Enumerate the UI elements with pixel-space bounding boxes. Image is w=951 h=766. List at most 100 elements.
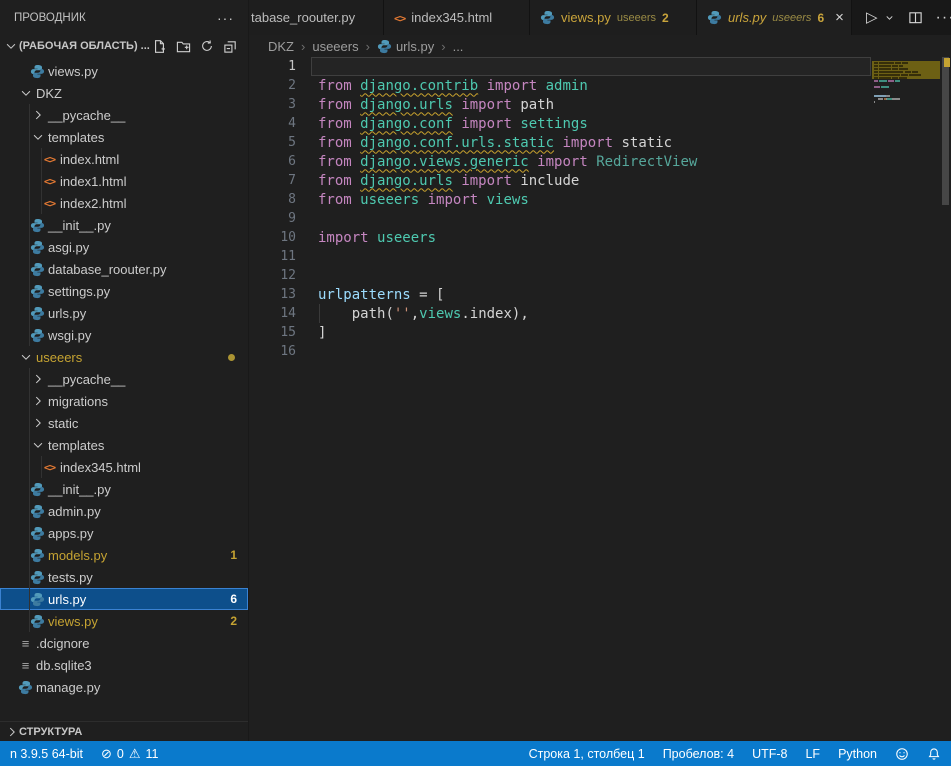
minimap[interactable] [872, 57, 940, 741]
code-line[interactable]: 12 [249, 266, 951, 285]
run-button[interactable]: ▷ [866, 10, 878, 25]
tree-item-label: migrations [48, 394, 108, 409]
tab-label: tabase_roouter.py [251, 10, 355, 25]
tab-dir-hint: useeers [772, 12, 811, 24]
breadcrumb-item[interactable]: DKZ [268, 39, 294, 54]
tree-item[interactable]: useeers [0, 346, 248, 368]
more-actions-button[interactable]: ··· [936, 9, 951, 27]
bell-icon[interactable] [927, 747, 941, 761]
tree-item[interactable]: urls.py6 [0, 588, 248, 610]
tree-item[interactable]: database_roouter.py [0, 258, 248, 280]
encoding-status[interactable]: UTF-8 [752, 747, 787, 761]
code-line[interactable]: 8from useeers import views [249, 190, 951, 209]
close-icon[interactable]: × [835, 10, 844, 25]
python-file-icon [30, 284, 45, 299]
tree-item[interactable]: templates [0, 126, 248, 148]
tree-item[interactable]: models.py1 [0, 544, 248, 566]
code-line[interactable]: 5from django.conf.urls.static import sta… [249, 133, 951, 152]
tree-item[interactable]: templates [0, 434, 248, 456]
run-dropdown[interactable] [884, 12, 895, 23]
outline-section-header[interactable]: СТРУКТУРА [0, 721, 248, 741]
indentation-status[interactable]: Пробелов: 4 [663, 747, 734, 761]
tree-item[interactable]: manage.py [0, 676, 248, 698]
tree-item[interactable]: migrations [0, 390, 248, 412]
tree-item[interactable]: __pycache__ [0, 104, 248, 126]
feedback-icon[interactable] [895, 747, 909, 761]
code-line[interactable]: 15] [249, 323, 951, 342]
refresh-icon[interactable] [200, 39, 214, 53]
collapse-all-icon[interactable] [223, 39, 238, 54]
code-line[interactable]: 13urlpatterns = [ [249, 285, 951, 304]
workspace-section-header[interactable]: (РАБОЧАЯ ОБЛАСТЬ) ... [0, 35, 248, 57]
overview-warning-mark [944, 58, 950, 67]
tree-item[interactable]: <>index1.html [0, 170, 248, 192]
tree-item[interactable]: apps.py [0, 522, 248, 544]
python-file-icon [30, 504, 45, 519]
tree-item-label: views.py [48, 64, 98, 79]
tree-item[interactable]: __pycache__ [0, 368, 248, 390]
breadcrumb-separator: › [301, 39, 305, 54]
line-number: 3 [249, 97, 296, 112]
line-number: 1 [249, 59, 296, 74]
tree-item[interactable]: views.py [0, 60, 248, 82]
line-number: 8 [249, 192, 296, 207]
tab[interactable]: <>index345.html [384, 0, 530, 35]
tree-item[interactable]: settings.py [0, 280, 248, 302]
breadcrumb-item[interactable]: urls.py [377, 39, 434, 54]
code-line[interactable]: 11 [249, 247, 951, 266]
tree-item-label: urls.py [48, 592, 86, 607]
new-folder-icon[interactable] [176, 39, 191, 54]
new-file-icon[interactable] [152, 39, 167, 54]
code-line[interactable]: 14 path('',views.index), [249, 304, 951, 323]
code-line[interactable]: 4from django.conf import settings [249, 114, 951, 133]
code-line[interactable]: 3from django.urls import path [249, 95, 951, 114]
tree-item[interactable]: views.py2 [0, 610, 248, 632]
code-line[interactable]: 2from django.contrib import admin [249, 76, 951, 95]
tree-item[interactable]: <>index2.html [0, 192, 248, 214]
html-file-icon: <> [42, 197, 57, 210]
code-line[interactable]: 16 [249, 342, 951, 361]
tree-item[interactable]: tests.py [0, 566, 248, 588]
breadcrumb-item[interactable]: useeers [312, 39, 358, 54]
python-interpreter-status[interactable]: n 3.9.5 64-bit [10, 747, 83, 761]
line-number: 14 [249, 306, 296, 321]
python-file-icon [18, 680, 33, 695]
tree-item[interactable]: wsgi.py [0, 324, 248, 346]
warning-count: 11 [145, 747, 158, 761]
code-lines: 1 2from django.contrib import admin 3fro… [249, 57, 951, 361]
cursor-position-status[interactable]: Строка 1, столбец 1 [529, 747, 645, 761]
explorer-more-actions-button[interactable]: ··· [217, 10, 234, 26]
tab[interactable]: tabase_roouter.py [249, 0, 384, 35]
eol-status[interactable]: LF [805, 747, 820, 761]
error-count: 0 [117, 747, 124, 761]
tree-item[interactable]: asgi.py [0, 236, 248, 258]
tree-item[interactable]: <>index.html [0, 148, 248, 170]
tree-item[interactable]: ≡db.sqlite3 [0, 654, 248, 676]
tab[interactable]: views.pyuseeers2 [530, 0, 697, 35]
tree-item[interactable]: __init__.py [0, 478, 248, 500]
tree-item[interactable]: static [0, 412, 248, 434]
file-file-icon: ≡ [18, 659, 33, 672]
code-editor[interactable]: 1 2from django.contrib import admin 3fro… [249, 57, 951, 741]
tab-label: index345.html [411, 10, 492, 25]
code-line[interactable]: 7from django.urls import include [249, 171, 951, 190]
python-file-icon [30, 64, 45, 79]
tree-item[interactable]: __init__.py [0, 214, 248, 236]
split-editor-button[interactable] [908, 10, 923, 25]
vertical-scrollbar[interactable] [940, 57, 951, 741]
scrollbar-slider[interactable] [942, 57, 949, 205]
tree-item[interactable]: <>index345.html [0, 456, 248, 478]
tab[interactable]: urls.pyuseeers6× [697, 0, 852, 35]
code-line[interactable]: 10import useeers [249, 228, 951, 247]
tree-item[interactable]: admin.py [0, 500, 248, 522]
code-line[interactable]: 9 [249, 209, 951, 228]
problems-status[interactable]: ⊘ 0 ⚠ 11 [101, 747, 159, 761]
code-line[interactable]: 6from django.views.generic import Redire… [249, 152, 951, 171]
language-mode-status[interactable]: Python [838, 747, 877, 761]
code-line[interactable]: 1 [249, 57, 951, 76]
breadcrumb-item[interactable]: ... [453, 39, 464, 54]
tree-item[interactable]: urls.py [0, 302, 248, 324]
tree-item[interactable]: DKZ [0, 82, 248, 104]
tree-item[interactable]: ≡.dcignore [0, 632, 248, 654]
line-number: 16 [249, 344, 296, 359]
